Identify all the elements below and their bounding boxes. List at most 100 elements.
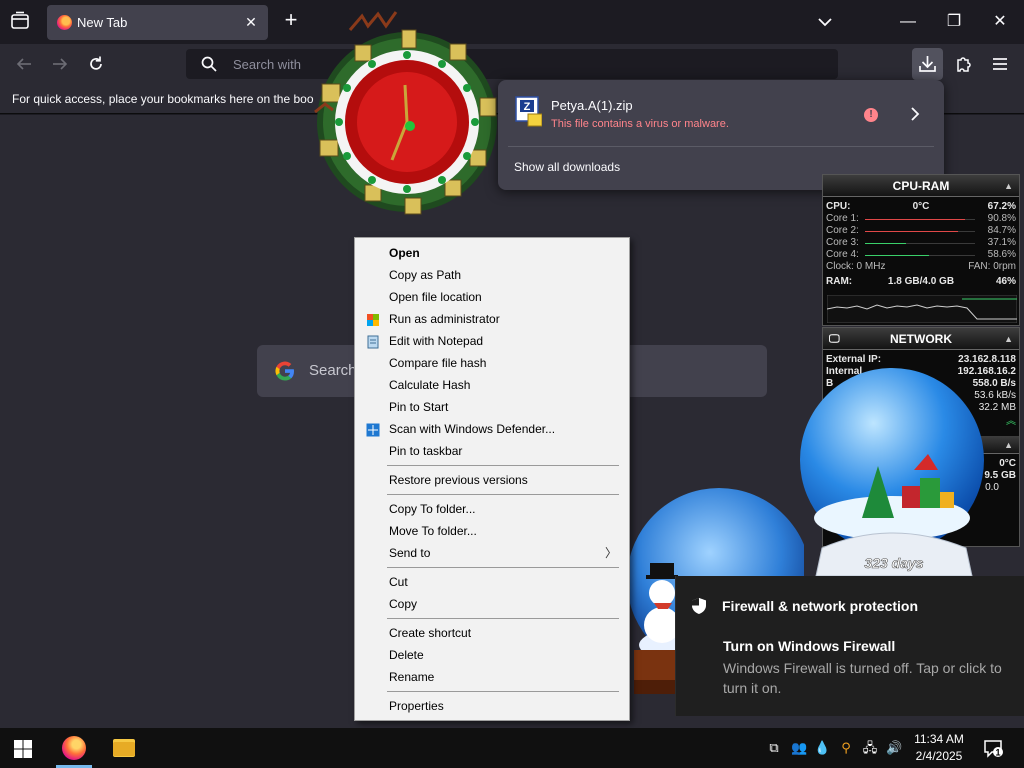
context-menu-item-label: Delete [389,648,424,662]
toast-title: Turn on Windows Firewall [723,638,896,654]
show-all-downloads-button[interactable]: Show all downloads [514,160,620,174]
search-key-icon[interactable]: ⚲ [838,740,854,756]
context-menu-item[interactable]: Restore previous versions [357,469,627,491]
fan-speed: FAN: 0rpm [968,261,1016,272]
url-bar[interactable]: Search with [186,49,838,79]
network-icon[interactable]: 🖧 [862,740,878,756]
minimize-button[interactable]: — [898,12,918,32]
reload-icon [90,56,102,70]
notepad-icon [366,334,380,349]
action-center-button[interactable]: 1 [983,738,1003,758]
firefox-view-button[interactable] [8,9,32,33]
firewall-notification-toast[interactable]: Firewall & network protection Turn on Wi… [675,576,1024,716]
taskbar-firefox-button[interactable] [50,728,98,768]
context-menu-item[interactable]: Scan with Windows Defender... [357,418,627,440]
downloads-button[interactable] [912,48,943,80]
drive-temp: 0°C [999,458,1016,469]
search-icon [201,56,217,72]
core-label: Core 1: [826,213,859,224]
gifts-snow-globe-gadget[interactable]: 323 days [796,368,996,578]
menu-separator [387,618,619,619]
volume-icon[interactable]: 🔊 [886,740,902,756]
back-arrow-icon [16,58,31,70]
clock-time: 11:34 AM [914,732,964,746]
core-row: Core 3: 37.1% [823,237,1019,249]
context-menu-item-label: Send to [389,546,431,560]
context-menu-item[interactable]: Copy as Path [357,264,627,286]
download-icon [919,56,936,72]
reload-button[interactable] [86,54,106,74]
context-menu-item[interactable]: Pin to taskbar [357,440,627,462]
ram-percent: 46% [995,276,1016,287]
collapse-arrow-icon[interactable]: ▲ [1004,436,1013,454]
christmas-wreath-clock-gadget[interactable] [290,0,510,225]
context-menu-item[interactable]: Rename [357,666,627,688]
net-gadget-title: NETWORK [890,332,952,346]
submenu-arrow-icon: 〉 [604,546,617,560]
clock-row: Clock: 0 MHz FAN: 0rpm [823,261,1019,273]
context-menu-item[interactable]: Copy To folder... [357,498,627,520]
context-menu-item[interactable]: Send to 〉 [357,542,627,564]
core-label: Core 2: [826,225,859,236]
system-clock[interactable]: 11:34 AM 2/4/2025 [906,731,972,765]
download-file-name[interactable]: Petya.A(1).zip [551,98,633,113]
shield-icon [366,312,380,326]
download-details-button[interactable] [908,104,922,124]
core-label: Core 3: [826,237,859,248]
context-menu-item[interactable]: Calculate Hash [357,374,627,396]
collapse-arrow-icon[interactable]: ▲ [1004,175,1013,197]
app-menu-button[interactable] [990,54,1010,74]
tab-new-tab[interactable]: New Tab ✕ [47,5,268,40]
google-search-placeholder: Search [309,362,357,379]
start-button[interactable] [14,740,32,758]
snow-globe-gifts-icon: 323 days [800,368,984,577]
back-button[interactable] [14,54,34,74]
chevron-right-icon [911,107,920,121]
context-menu-item-label: Create shortcut [389,626,472,640]
collapse-arrow-icon[interactable]: ▲ [1004,328,1013,350]
core-usage-bar [865,231,975,232]
file-context-menu: Open Copy as Path Open file location Run as… [354,237,630,721]
context-menu-item[interactable]: Move To folder... [357,520,627,542]
context-menu-item[interactable]: Edit with Notepad [357,330,627,352]
context-menu-item[interactable]: Properties [357,695,627,717]
tab-close-icon[interactable]: ✕ [242,13,260,31]
svg-text:Z: Z [524,101,531,113]
menu-separator [387,494,619,495]
context-menu-item[interactable]: Pin to Start [357,396,627,418]
context-menu-item[interactable]: Run as administrator [357,308,627,330]
context-menu-item-label: Pin to taskbar [389,444,463,458]
extensions-button[interactable] [954,54,974,74]
net-gadget-header: 🖵 NETWORK ▲ [823,328,1019,350]
context-menu-item[interactable]: Copy [357,593,627,615]
context-menu-item-label: Copy as Path [389,268,462,282]
context-menu-item[interactable]: Delete [357,644,627,666]
context-menu-item-label: Calculate Hash [389,378,471,392]
double-up-arrow-icon: ︽ [1006,416,1016,427]
menu-separator [387,567,619,568]
wreath-clock-icon [314,11,497,215]
list-all-tabs-button[interactable] [815,12,835,32]
taskbar-file-explorer-button[interactable] [100,728,148,768]
context-menu-item-label: Edit with Notepad [389,334,484,348]
core-value: 84.7% [987,225,1016,236]
context-menu-item-label: Compare file hash [389,356,487,370]
core-row: Core 2: 84.7% [823,225,1019,237]
context-menu-item-label: Cut [389,575,408,589]
core-usage-fill [865,243,906,244]
core-usage-bar [865,243,975,244]
task-view-icon[interactable]: ⧉ [766,740,782,756]
core-label: Core 4: [826,249,859,260]
context-menu-item[interactable]: Open file location [357,286,627,308]
context-menu-item-label: Open [389,246,420,260]
network-users-icon[interactable]: 👥 [791,740,807,756]
context-menu-item[interactable]: Open [357,242,627,264]
context-menu-item[interactable]: Cut [357,571,627,593]
context-menu-item[interactable]: Create shortcut [357,622,627,644]
close-window-button[interactable]: ✕ [990,12,1010,32]
forward-button[interactable] [50,54,70,74]
droplet-icon[interactable]: 💧 [814,740,830,756]
context-menu-item[interactable]: Compare file hash [357,352,627,374]
taskbar: ⧉ 👥 💧 ⚲ 🖧 🔊 11:34 AM 2/4/2025 1 [0,728,1024,768]
maximize-button[interactable]: ❐ [944,12,964,32]
